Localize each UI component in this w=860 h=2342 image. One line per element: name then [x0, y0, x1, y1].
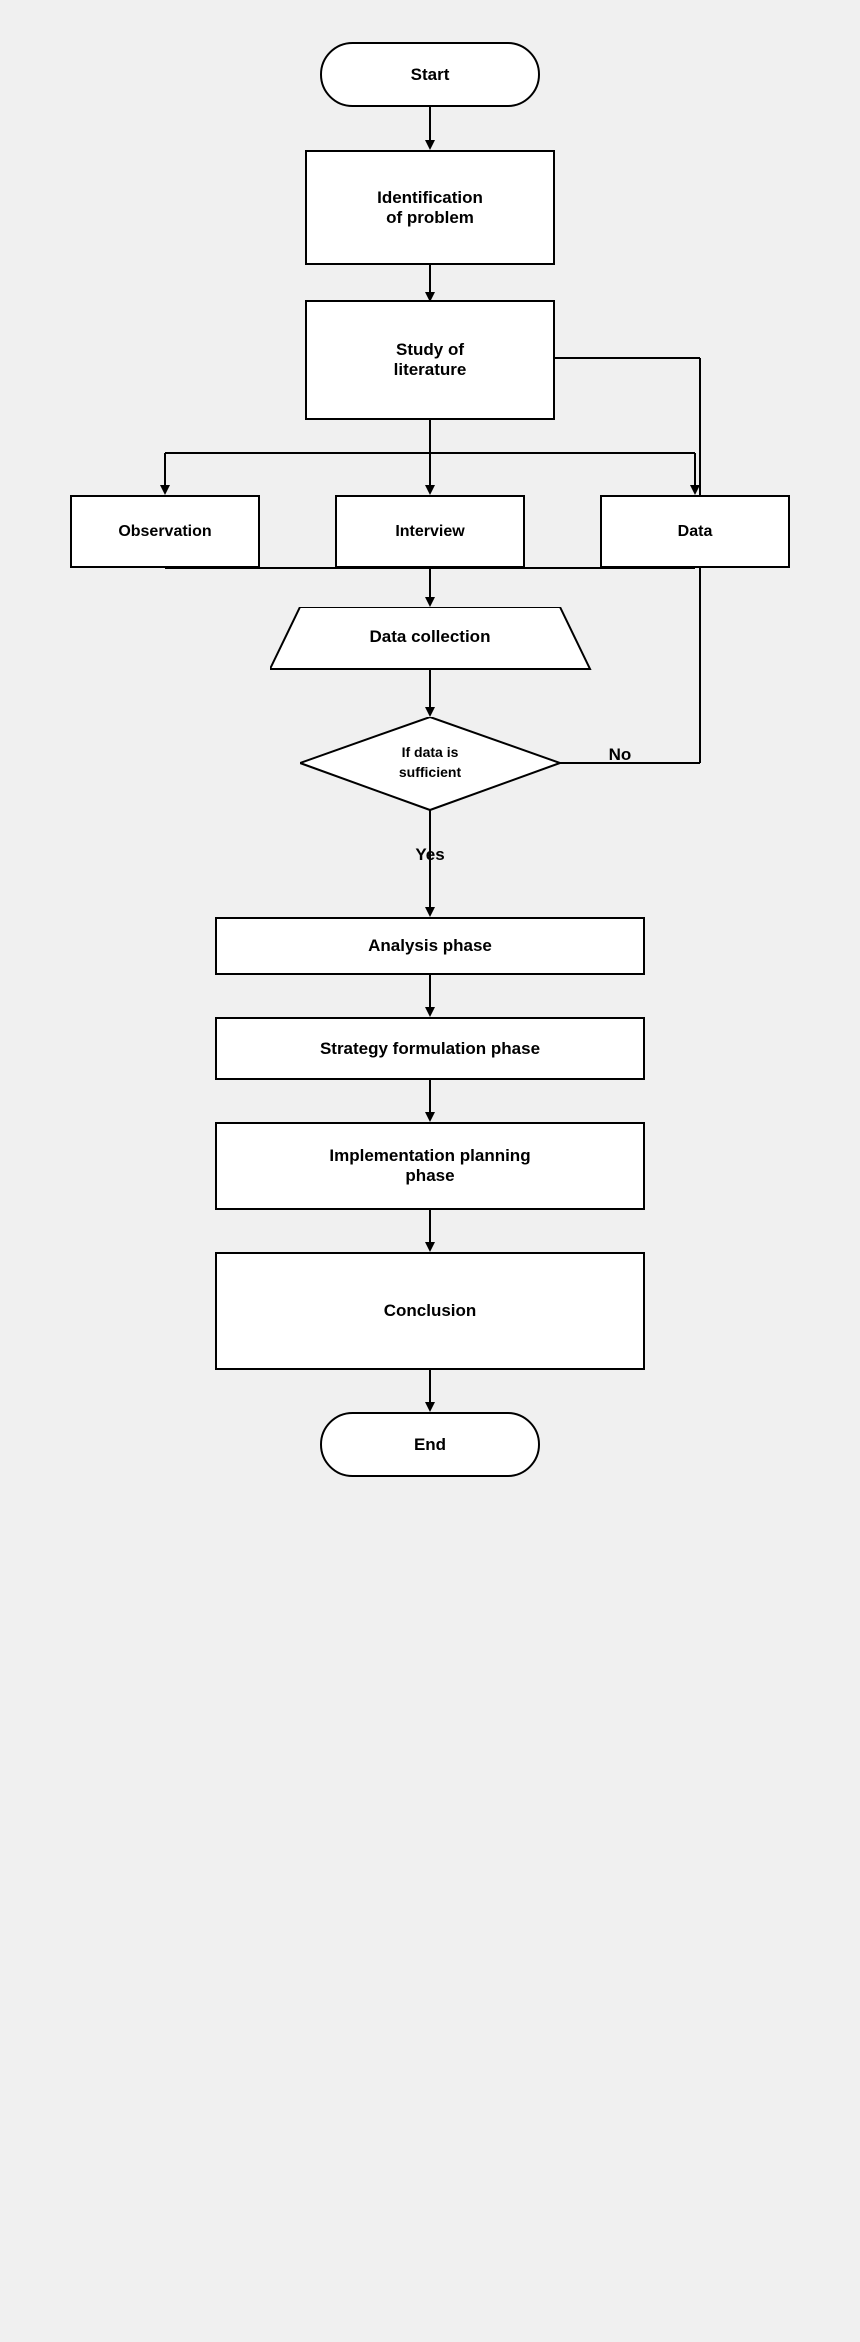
implementation-label: Implementation planningphase	[329, 1146, 530, 1186]
analysis-label: Analysis phase	[368, 936, 492, 956]
identification-label: Identificationof problem	[377, 188, 483, 228]
interview-label: Interview	[395, 523, 464, 541]
observation-node: Observation	[70, 495, 260, 568]
yes-label: Yes	[390, 840, 470, 870]
start-label: Start	[411, 65, 450, 85]
strategy-node: Strategy formulation phase	[215, 1017, 645, 1080]
identification-node: Identificationof problem	[305, 150, 555, 265]
study-node: Study ofliterature	[305, 300, 555, 420]
svg-text:If data is: If data is	[402, 744, 459, 760]
strategy-label: Strategy formulation phase	[320, 1039, 540, 1059]
flowchart: Start Identificationof problem Study ofl…	[0, 0, 860, 1625]
diamond-node: If data is sufficient	[300, 717, 560, 810]
start-node: Start	[320, 42, 540, 107]
analysis-node: Analysis phase	[215, 917, 645, 975]
interview-node: Interview	[335, 495, 525, 568]
end-node: End	[320, 1412, 540, 1477]
implementation-node: Implementation planningphase	[215, 1122, 645, 1210]
end-label: End	[414, 1435, 446, 1455]
data-label: Data	[678, 523, 713, 541]
observation-label: Observation	[118, 523, 211, 541]
data-collection-node: Data collection	[270, 607, 590, 669]
svg-text:Data collection: Data collection	[370, 627, 491, 646]
svg-text:sufficient: sufficient	[399, 764, 462, 780]
study-label: Study ofliterature	[394, 340, 467, 380]
no-text: No	[609, 745, 632, 765]
conclusion-node: Conclusion	[215, 1252, 645, 1370]
data-node: Data	[600, 495, 790, 568]
conclusion-label: Conclusion	[384, 1301, 477, 1321]
no-label: No	[590, 740, 650, 770]
yes-text: Yes	[415, 845, 444, 865]
